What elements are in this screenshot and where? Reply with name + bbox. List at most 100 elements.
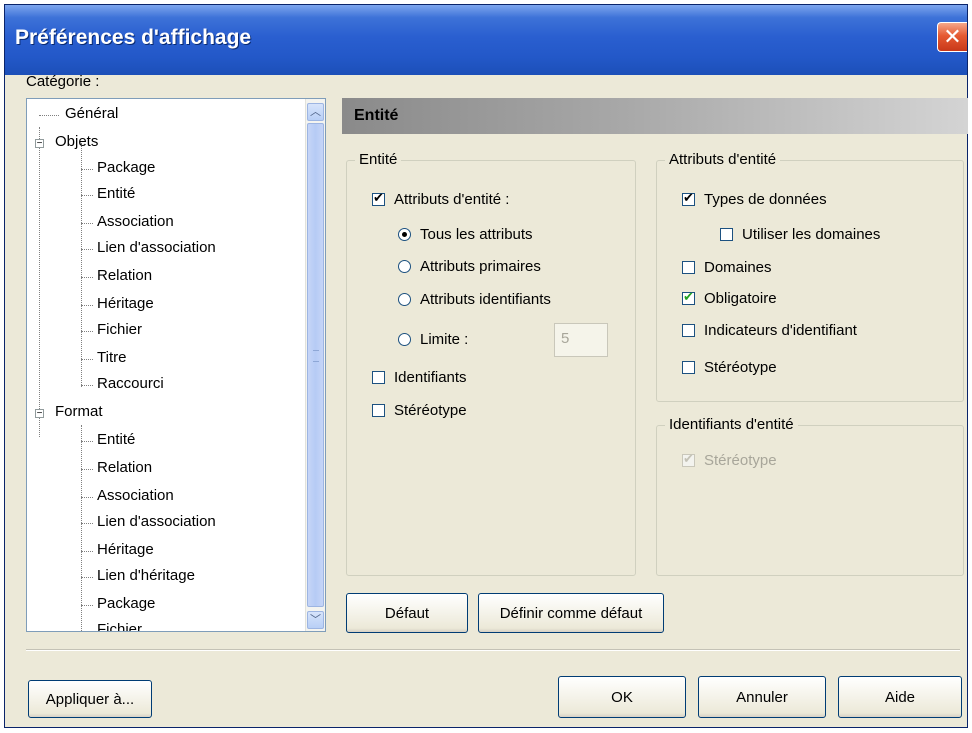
- tree-item-lien-association[interactable]: Lien d'association: [75, 239, 216, 256]
- tree-item-objets[interactable]: − Objets: [33, 133, 98, 150]
- data-types-label: Types de données: [704, 191, 827, 208]
- tree-item-format-package[interactable]: Package: [75, 595, 155, 612]
- tree-item-format-fichier[interactable]: Fichier: [75, 621, 143, 632]
- tree-connector: [81, 441, 93, 442]
- collapse-icon[interactable]: −: [35, 409, 44, 419]
- close-icon[interactable]: ✕: [937, 22, 967, 52]
- limit-input[interactable]: 5: [554, 323, 608, 357]
- tree-item-association[interactable]: Association: [75, 213, 174, 230]
- tree-item-label: Entité: [97, 431, 136, 448]
- data-types-checkbox[interactable]: Types de données: [682, 190, 827, 208]
- tree-item-fichier[interactable]: Fichier: [75, 321, 142, 338]
- tree-item-label: Lien d'héritage: [97, 567, 195, 584]
- tree-item-format-entite[interactable]: Entité: [75, 431, 135, 448]
- tree-item-titre[interactable]: Titre: [75, 349, 126, 366]
- section-header: Entité: [342, 98, 968, 134]
- tree-item-format-lien-association[interactable]: Lien d'association: [75, 513, 216, 530]
- tree-scrollbar[interactable]: ︿ ﹀: [305, 99, 325, 631]
- tree-connector: [81, 577, 93, 578]
- tree-item-label: Association: [97, 487, 174, 504]
- tree-line: [39, 127, 40, 417]
- mandatory-checkbox[interactable]: Obligatoire: [682, 289, 777, 307]
- radio-circle[interactable]: [398, 260, 411, 273]
- identifiers-checkbox[interactable]: Identifiants: [372, 369, 467, 386]
- tree-item-label: Relation: [97, 459, 153, 476]
- attributes-stereotype-label: Stéréotype: [704, 359, 777, 376]
- tree-item-general[interactable]: Général: [39, 105, 118, 122]
- radio-identifying-attributes[interactable]: Attributs identifiants: [398, 291, 551, 308]
- tree-connector: [81, 169, 93, 170]
- radio-circle[interactable]: [398, 293, 411, 306]
- ok-button[interactable]: OK: [558, 676, 686, 718]
- tree-item-relation[interactable]: Relation: [75, 267, 152, 284]
- tree-item-label: Entité: [97, 185, 136, 202]
- checkbox-box[interactable]: [682, 289, 695, 305]
- radio-label: Tous les attributs: [420, 226, 533, 243]
- tree-connector: [81, 305, 93, 306]
- help-button[interactable]: Aide: [838, 676, 962, 718]
- tree-item-label: Package: [97, 595, 156, 612]
- attributes-label: Attributs d'entité :: [394, 191, 510, 208]
- tree-connector: [81, 331, 93, 332]
- cancel-button[interactable]: Annuler: [698, 676, 826, 718]
- grip-icon: [313, 350, 319, 362]
- radio-all-attributes[interactable]: Tous les attributs: [398, 226, 533, 243]
- domains-checkbox[interactable]: Domaines: [682, 259, 772, 276]
- default-button[interactable]: Défaut: [346, 593, 468, 633]
- entity-stereotype-checkbox[interactable]: Stéréotype: [372, 402, 467, 419]
- checkbox-box[interactable]: [372, 404, 385, 417]
- checkbox-box[interactable]: [720, 228, 733, 241]
- section-title: Entité: [354, 107, 399, 124]
- radio-label: Attributs identifiants: [420, 291, 551, 308]
- separator: [26, 649, 960, 651]
- entity-attributes-group-title: Attributs d'entité: [665, 151, 781, 168]
- checkbox-box[interactable]: [682, 324, 695, 337]
- tree-item-format-association[interactable]: Association: [75, 487, 174, 504]
- checkbox-box[interactable]: [372, 371, 385, 384]
- tree-item-label: Lien d'association: [97, 513, 216, 530]
- tree-item-label: Format: [55, 403, 103, 420]
- tree-item-format[interactable]: − Format: [33, 403, 103, 420]
- apply-to-button[interactable]: Appliquer à...: [28, 680, 152, 718]
- title-bar[interactable]: Préférences d'affichage ✕: [5, 5, 967, 75]
- radio-primary-attributes[interactable]: Attributs primaires: [398, 258, 541, 275]
- checkbox-box: [682, 451, 695, 467]
- tree-item-package[interactable]: Package: [75, 159, 155, 176]
- scroll-down-icon[interactable]: ﹀: [307, 611, 324, 629]
- tree-item-format-heritage[interactable]: Héritage: [75, 541, 154, 558]
- tree-item-format-relation[interactable]: Relation: [75, 459, 152, 476]
- attributes-stereotype-checkbox[interactable]: Stéréotype: [682, 359, 777, 376]
- tree-item-label: Package: [97, 159, 156, 176]
- use-domains-checkbox[interactable]: Utiliser les domaines: [720, 226, 880, 243]
- identifiers-label: Identifiants: [394, 369, 467, 386]
- entity-identifiers-group: Identifiants d'entité: [656, 416, 964, 576]
- tree-connector: [81, 223, 93, 224]
- tree-item-raccourci[interactable]: Raccourci: [75, 375, 164, 392]
- radio-label: Limite :: [420, 331, 469, 348]
- tree-connector: [81, 195, 93, 196]
- checkbox-box[interactable]: [682, 261, 695, 274]
- tree-item-heritage[interactable]: Héritage: [75, 295, 154, 312]
- tree-line: [39, 417, 40, 437]
- attributes-checkbox[interactable]: Attributs d'entité :: [372, 190, 510, 208]
- set-default-button[interactable]: Définir comme défaut: [478, 593, 664, 633]
- category-tree[interactable]: Général − Objets Package Entité Associat…: [26, 98, 326, 632]
- checkbox-box[interactable]: [372, 190, 385, 206]
- checkbox-box[interactable]: [682, 190, 695, 206]
- tree-item-label: Fichier: [97, 621, 143, 632]
- scroll-up-icon[interactable]: ︿: [307, 103, 324, 121]
- scroll-thumb[interactable]: [307, 123, 324, 607]
- checkbox-box[interactable]: [682, 361, 695, 374]
- tree-item-label: Héritage: [97, 295, 154, 312]
- radio-label: Attributs primaires: [420, 258, 541, 275]
- tree-connector: [81, 277, 93, 278]
- tree-item-entite[interactable]: Entité: [75, 185, 136, 202]
- tree-item-label: Titre: [97, 349, 127, 366]
- radio-circle[interactable]: [398, 228, 411, 241]
- collapse-icon[interactable]: −: [35, 139, 44, 149]
- tree-item-format-lien-heritage[interactable]: Lien d'héritage: [75, 567, 195, 584]
- tree-item-label: Fichier: [97, 321, 143, 338]
- radio-limit[interactable]: Limite :: [398, 331, 468, 348]
- radio-circle[interactable]: [398, 333, 411, 346]
- identifier-indicators-checkbox[interactable]: Indicateurs d'identifiant: [682, 322, 857, 339]
